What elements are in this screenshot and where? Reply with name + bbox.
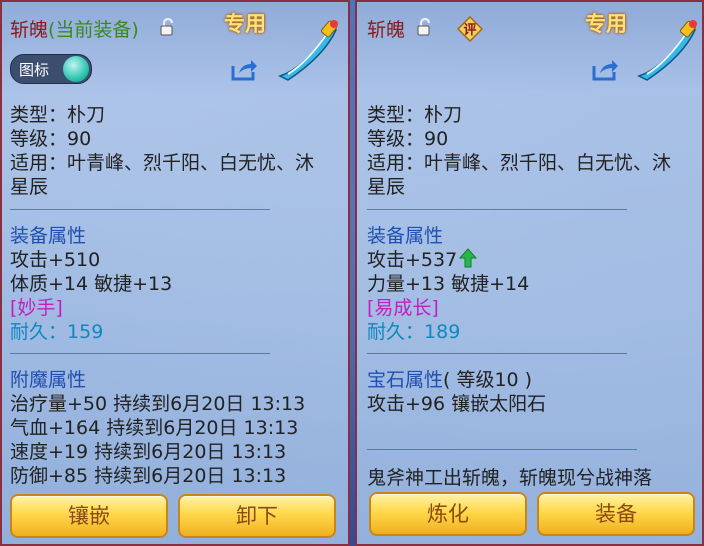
- stats-line: 体质+14 敏捷+13: [10, 273, 173, 295]
- suits-line: 适用：叶青峰、烈千阳、白无忧、沐: [10, 152, 315, 174]
- item-name-text: 斩魄: [367, 19, 406, 41]
- unequip-button[interactable]: 卸下: [178, 494, 336, 538]
- inlay-button[interactable]: 镶嵌: [10, 494, 168, 538]
- equip-button[interactable]: 装备: [537, 492, 695, 536]
- type-line: 类型：朴刀: [367, 104, 463, 126]
- enchant-line: 治疗量+50 持续到6月20日 13:13: [10, 393, 306, 415]
- durability-line: 耐久：159: [10, 317, 103, 344]
- durability-label: 耐久：: [367, 321, 425, 343]
- exclusive-tag: 专用: [224, 12, 266, 36]
- item-name: 斩魄: [367, 15, 405, 42]
- attack-text: 攻击+537: [367, 249, 458, 271]
- equip-attr-title: 装备属性: [367, 225, 444, 247]
- eval-badge-icon[interactable]: 评: [457, 16, 483, 42]
- divider: [367, 209, 627, 210]
- special-trait: [妙手]: [10, 297, 63, 319]
- gem-line: 攻击+96 镶嵌太阳石: [367, 393, 547, 415]
- eval-badge-text: 评: [463, 23, 477, 38]
- type-line: 类型：朴刀: [10, 104, 106, 126]
- divider: [10, 209, 270, 210]
- divider: [10, 353, 270, 354]
- icon-toggle[interactable]: 图标: [10, 54, 92, 84]
- current-equipped-label: (当前装备): [48, 19, 139, 41]
- weapon-icon: [274, 16, 344, 86]
- toggle-knob: [63, 56, 89, 82]
- lock-open-icon[interactable]: [160, 17, 176, 36]
- suits-line-cont: 星辰: [367, 176, 406, 198]
- current-equipment-panel: 斩魄(当前装备) 专用 图标 类型：朴刀 等级：90 适用：叶青峰、烈千阳、白无…: [0, 0, 350, 546]
- gem-title-line: 宝石属性( 等级10 ): [367, 365, 532, 392]
- gem-level: ( 等级10 ): [443, 369, 533, 391]
- attack-line: 攻击+510: [10, 249, 101, 271]
- weapon-icon: [633, 16, 702, 86]
- icon-toggle-label: 图标: [19, 61, 50, 79]
- suits-line: 适用：叶青峰、烈千阳、白无忧、沐: [367, 152, 672, 174]
- enchant-line: 气血+164 持续到6月20日 13:13: [10, 417, 299, 439]
- flavor-text: 鬼斧神工出斩魄，斩魄现兮战神落: [367, 467, 653, 489]
- level-line: 等级：90: [10, 128, 92, 150]
- special-trait: [易成长]: [367, 297, 439, 319]
- exclusive-tag: 专用: [585, 12, 627, 36]
- durability-line: 耐久：189: [367, 317, 460, 344]
- level-line: 等级：90: [367, 128, 449, 150]
- refine-button[interactable]: 炼化: [369, 492, 527, 536]
- item-name: 斩魄(当前装备): [10, 15, 139, 42]
- enchant-title: 附魔属性: [10, 369, 87, 391]
- item-name-text: 斩魄: [10, 19, 49, 41]
- enchant-line: 速度+19 持续到6月20日 13:13: [10, 441, 287, 463]
- suits-line-cont: 星辰: [10, 176, 49, 198]
- compare-equipment-panel: 斩魄 评 专用 类型：朴刀 等级：90 适用：叶青峰、烈千阳、白无忧、沐 星辰 …: [355, 0, 704, 546]
- gem-attr-title: 宝石属性: [367, 369, 444, 391]
- share-icon[interactable]: [230, 58, 258, 82]
- durability-label: 耐久：: [10, 321, 68, 343]
- stats-line: 力量+13 敏捷+14: [367, 273, 530, 295]
- equip-attr-title: 装备属性: [10, 225, 87, 247]
- divider: [367, 449, 637, 450]
- share-icon[interactable]: [591, 58, 619, 82]
- lock-open-icon[interactable]: [417, 17, 433, 36]
- enchant-line: 防御+85 持续到6月20日 13:13: [10, 465, 287, 487]
- durability-value: 159: [67, 321, 104, 343]
- divider: [367, 353, 627, 354]
- durability-value: 189: [424, 321, 461, 343]
